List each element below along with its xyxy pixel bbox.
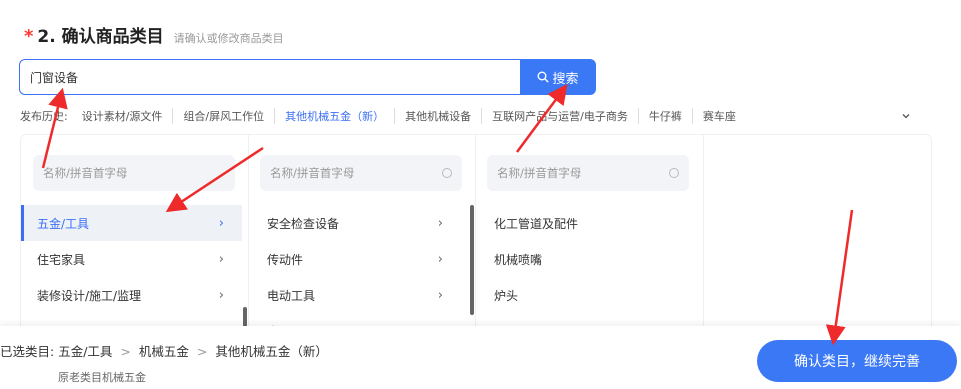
path-separator: >: [196, 344, 208, 359]
category-item-label: 传动件: [267, 252, 304, 267]
category-item[interactable]: 住宅家具 ›: [21, 241, 242, 277]
column-search[interactable]: 名称/拼音首字母: [260, 155, 462, 191]
section-subtitle: 请确认或修改商品类目: [173, 32, 284, 45]
section-header: * 2. 确认商品类目 请确认或修改商品类目: [24, 22, 284, 47]
column-search[interactable]: 名称/拼音首字母: [33, 155, 235, 191]
original-category: 原老类目机械五金: [58, 371, 146, 384]
category-list: 安全检查设备 › 传动件 › 电动工具 › 电子仪器 ›: [249, 205, 461, 334]
category-column-1: 名称/拼音首字母 五金/工具 › 住宅家具 › 装修设计/施工/监理 ›: [21, 135, 249, 333]
chevron-right-icon: ›: [437, 251, 443, 267]
category-item-selected[interactable]: 五金/工具 ›: [21, 205, 242, 241]
category-item[interactable]: 化工管道及配件: [476, 205, 689, 241]
search-button[interactable]: 搜索: [520, 59, 596, 95]
category-item-label: 五金/工具: [37, 216, 90, 231]
category-item[interactable]: 炉头: [476, 277, 689, 313]
category-list: 五金/工具 › 住宅家具 › 装修设计/施工/监理 ›: [21, 205, 242, 313]
path-segment: 其他机械五金（新）: [215, 344, 328, 359]
category-item-label: 电动工具: [267, 288, 316, 303]
category-item[interactable]: 装修设计/施工/监理 ›: [21, 277, 242, 313]
publish-history: 发布历史: 设计素材/源文件 组合/屏风工作位 其他机械五金（新） 其他机械设备…: [20, 107, 920, 125]
category-item-label: 住宅家具: [37, 252, 86, 267]
chevron-right-icon: ›: [437, 215, 443, 231]
history-item[interactable]: 赛车座: [691, 108, 746, 124]
history-item[interactable]: 互联网产品与运营/电子商务: [481, 108, 638, 124]
footer-bar: 已选类目: 五金/工具 > 机械五金 > 其他机械五金（新） 原老类目机械五金 …: [0, 326, 961, 389]
selected-label: 已选类目:: [0, 344, 55, 359]
category-item-label: 机械喷嘴: [494, 252, 543, 267]
column-search-placeholder: 名称/拼音首字母: [497, 166, 582, 180]
chevron-down-icon[interactable]: [901, 111, 911, 121]
category-picker: 名称/拼音首字母 五金/工具 › 住宅家具 › 装修设计/施工/监理 › 名称/…: [20, 134, 932, 334]
section-title: 2. 确认商品类目: [37, 27, 164, 47]
category-search-input[interactable]: [19, 59, 520, 95]
confirm-category-button[interactable]: 确认类目，继续完善: [757, 340, 957, 382]
category-search-bar: 搜索: [19, 59, 596, 95]
category-column-4: [704, 135, 931, 333]
history-item[interactable]: 组合/屏风工作位: [172, 108, 274, 124]
column-search[interactable]: 名称/拼音首字母: [487, 155, 689, 191]
category-item-label: 化工管道及配件: [494, 216, 579, 231]
column-search-placeholder: 名称/拼音首字母: [270, 166, 355, 180]
category-list: 化工管道及配件 机械喷嘴 炉头: [476, 205, 689, 313]
required-mark: *: [24, 26, 34, 47]
path-separator: >: [120, 344, 131, 359]
column-search-placeholder: 名称/拼音首字母: [43, 166, 128, 180]
history-item[interactable]: 设计素材/源文件: [82, 108, 173, 124]
search-button-label: 搜索: [552, 71, 579, 87]
chevron-right-icon: ›: [218, 287, 224, 303]
history-item[interactable]: 其他机械设备: [394, 108, 481, 124]
category-item[interactable]: 机械喷嘴: [476, 241, 689, 277]
chevron-right-icon: ›: [437, 287, 443, 303]
category-item-label: 装修设计/施工/监理: [37, 288, 142, 303]
category-item[interactable]: 传动件 ›: [249, 241, 461, 277]
category-item-label: 炉头: [494, 288, 519, 303]
category-item[interactable]: 电动工具 ›: [249, 277, 461, 313]
history-item[interactable]: 牛仔裤: [637, 108, 692, 124]
category-column-2: 名称/拼音首字母 安全检查设备 › 传动件 › 电动工具 › 电子仪器 ›: [249, 135, 476, 333]
category-item[interactable]: 安全检查设备 ›: [249, 205, 461, 241]
path-segment: 机械五金: [138, 344, 189, 359]
history-item-active[interactable]: 其他机械五金（新）: [274, 108, 394, 124]
search-icon: [442, 168, 452, 178]
selected-category-path: 已选类目: 五金/工具 > 机械五金 > 其他机械五金（新）: [0, 341, 328, 360]
chevron-right-icon: ›: [218, 215, 224, 231]
history-label: 发布历史:: [20, 110, 68, 123]
category-item-label: 安全检查设备: [267, 216, 340, 231]
chevron-right-icon: ›: [218, 251, 224, 267]
search-icon: [537, 71, 549, 83]
path-segment: 五金/工具: [58, 344, 113, 359]
column-scrollbar[interactable]: [470, 205, 474, 315]
category-column-3: 名称/拼音首字母 化工管道及配件 机械喷嘴 炉头: [476, 135, 704, 333]
search-icon: [669, 168, 679, 178]
